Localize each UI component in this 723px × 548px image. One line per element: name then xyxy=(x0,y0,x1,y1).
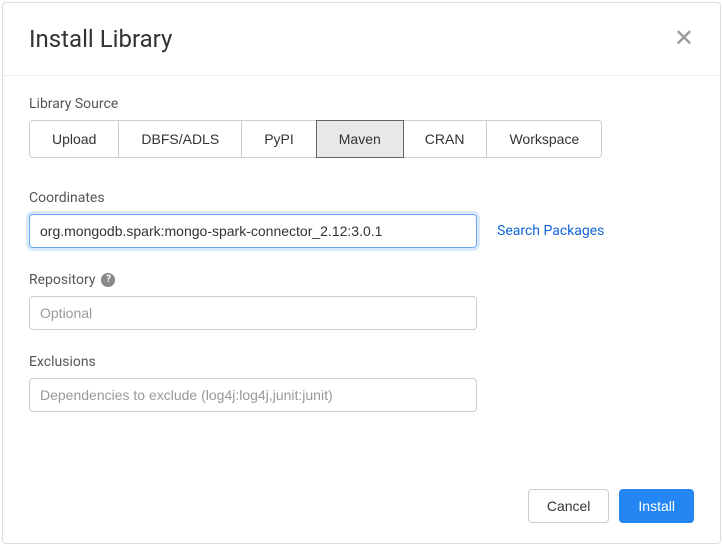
install-button[interactable]: Install xyxy=(619,489,694,523)
modal-footer: Cancel Install xyxy=(3,473,720,543)
repository-group: Repository ? xyxy=(29,272,694,330)
close-button[interactable]: ✕ xyxy=(674,27,694,51)
tab-workspace[interactable]: Workspace xyxy=(487,121,601,157)
repository-input[interactable] xyxy=(29,296,477,330)
coordinates-label: Coordinates xyxy=(29,190,694,206)
modal-header: Install Library ✕ xyxy=(3,3,720,76)
tab-upload[interactable]: Upload xyxy=(30,121,119,157)
repository-label: Repository xyxy=(29,272,95,288)
modal-title: Install Library xyxy=(29,25,172,53)
exclusions-label: Exclusions xyxy=(29,354,694,370)
tab-dbfs-adls[interactable]: DBFS/ADLS xyxy=(119,121,242,157)
library-source-label: Library Source xyxy=(29,96,694,112)
tab-maven[interactable]: Maven xyxy=(316,120,404,158)
exclusions-group: Exclusions xyxy=(29,354,694,412)
coordinates-row: Search Packages xyxy=(29,214,694,248)
close-icon: ✕ xyxy=(674,25,694,52)
install-library-modal: Install Library ✕ Library Source Upload … xyxy=(2,2,721,544)
repository-label-row: Repository ? xyxy=(29,272,694,288)
exclusions-input[interactable] xyxy=(29,378,477,412)
library-source-tabs: Upload DBFS/ADLS PyPI Maven CRAN Workspa… xyxy=(29,120,602,158)
tab-cran[interactable]: CRAN xyxy=(403,121,488,157)
search-packages-link[interactable]: Search Packages xyxy=(497,223,604,239)
help-icon[interactable]: ? xyxy=(101,273,115,287)
coordinates-input[interactable] xyxy=(29,214,477,248)
coordinates-group: Coordinates Search Packages xyxy=(29,190,694,248)
tab-pypi[interactable]: PyPI xyxy=(242,121,317,157)
modal-body: Library Source Upload DBFS/ADLS PyPI Mav… xyxy=(3,76,720,473)
cancel-button[interactable]: Cancel xyxy=(528,489,610,523)
